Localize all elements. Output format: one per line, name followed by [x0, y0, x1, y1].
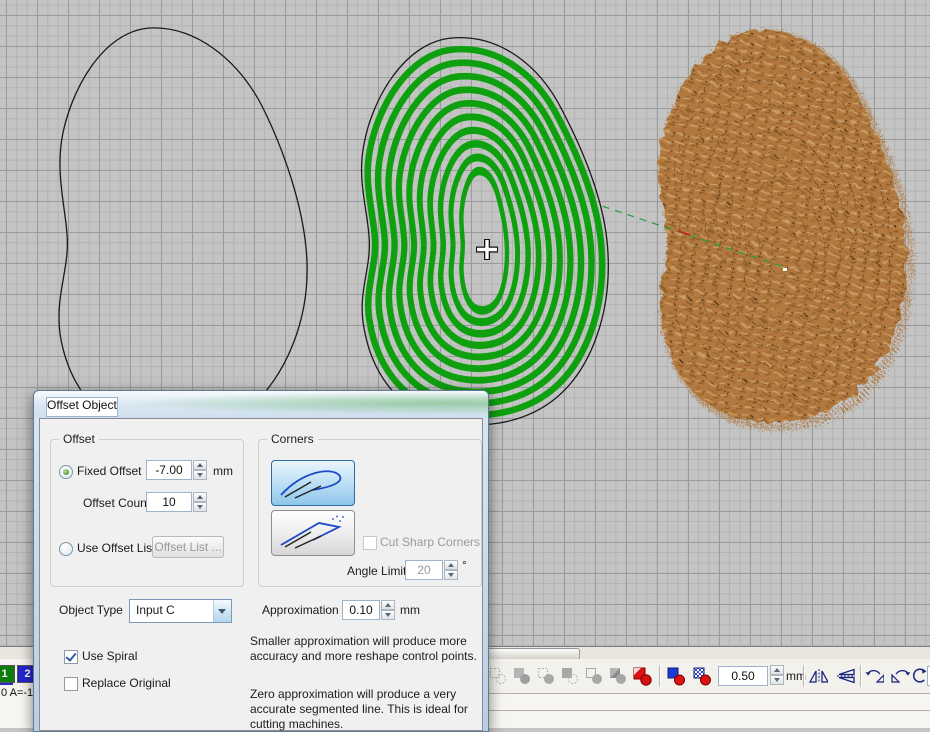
offset-list-button[interactable]: Offset List ...	[152, 536, 224, 558]
rotate-right-icon[interactable]	[890, 666, 910, 686]
fixed-offset-input[interactable]	[146, 460, 192, 480]
mirror-horizontal-icon[interactable]	[808, 666, 828, 686]
toolbar-separator	[860, 665, 862, 687]
fixed-offset-unit: mm	[213, 464, 233, 478]
offset-fill-icon[interactable]	[692, 666, 712, 686]
rotate-left-icon[interactable]	[864, 666, 884, 686]
stitch-length-spinner[interactable]	[770, 665, 784, 685]
combine-union-icon[interactable]	[512, 666, 532, 686]
toolbar-separator	[803, 665, 805, 687]
coordinate-readout: 0 A=-14	[1, 687, 33, 699]
offset-count-label: Offset Count	[83, 496, 150, 510]
angle-limit-unit: °	[462, 558, 467, 572]
stitch-length-input[interactable]	[718, 666, 768, 686]
color-swatch-1[interactable]: 1	[0, 665, 15, 683]
approximation-spinner[interactable]	[381, 600, 395, 620]
combine-dotted-icon[interactable]	[488, 666, 508, 686]
outline-shape[interactable]	[59, 28, 307, 438]
cut-sharp-corners-checkbox[interactable]	[363, 536, 377, 550]
fixed-offset-radio[interactable]	[59, 465, 73, 479]
zero-approximation-info-text: Zero approximation will produce a very a…	[250, 687, 484, 732]
combine-front-icon[interactable]	[584, 666, 604, 686]
angle-limit-input[interactable]	[405, 560, 443, 580]
use-spiral-label: Use Spiral	[82, 649, 137, 663]
dialog-body: Offset Fixed Offset mm Offset Count Use …	[39, 418, 483, 731]
offset-group-label: Offset	[59, 432, 99, 446]
use-offset-list-label: Use Offset List	[77, 541, 155, 555]
approximation-label: Approximation	[262, 603, 339, 617]
corners-group: Corners Cut Sharp Corners Angle Limit °	[258, 439, 482, 587]
crosshair-cursor	[476, 239, 498, 260]
object-type-label: Object Type	[59, 603, 123, 617]
approximation-input[interactable]	[342, 600, 380, 620]
object-type-dropdown[interactable]: Input C	[129, 599, 232, 623]
replace-original-checkbox[interactable]	[64, 677, 78, 691]
fixed-offset-label: Fixed Offset	[77, 464, 141, 478]
approximation-info-text: Smaller approximation will produce more …	[250, 634, 484, 664]
combine-back-icon[interactable]	[608, 666, 628, 686]
corners-group-label: Corners	[267, 432, 318, 446]
combine-subtract-icon[interactable]	[536, 666, 556, 686]
offset-object-dialog[interactable]: Offset Object Offset Fixed Offset mm Off…	[33, 390, 489, 732]
color-palette: 1 2 0 A=-14	[0, 659, 33, 726]
weld-red-icon[interactable]	[632, 666, 652, 686]
stitch-shape[interactable]	[660, 30, 907, 423]
sharp-corners-button[interactable]	[271, 510, 355, 556]
object-type-value: Input C	[136, 603, 175, 617]
replace-original-label: Replace Original	[82, 676, 171, 690]
toolbar-separator	[659, 665, 661, 687]
color-swatch-2[interactable]: 2	[17, 665, 33, 683]
spiral-shape[interactable]	[362, 38, 609, 425]
round-corners-button[interactable]	[271, 460, 355, 506]
use-spiral-checkbox[interactable]	[64, 650, 78, 664]
offset-count-input[interactable]	[146, 492, 192, 512]
combine-intersect-icon[interactable]	[560, 666, 580, 686]
offset-count-spinner[interactable]	[193, 492, 207, 512]
angle-limit-spinner[interactable]	[444, 560, 458, 580]
approximation-unit: mm	[400, 603, 420, 617]
sharp-corner-icon	[277, 515, 349, 551]
cut-sharp-corners-label: Cut Sharp Corners	[380, 535, 480, 549]
use-offset-list-radio[interactable]	[59, 542, 73, 556]
embroidery-app-window: { "dialog": { "title": "Offset Object", …	[0, 0, 930, 726]
dialog-title: Offset Object	[46, 397, 118, 417]
round-corner-icon	[277, 465, 349, 501]
fixed-offset-spinner[interactable]	[193, 460, 207, 480]
dialog-title-bar[interactable]: Offset Object	[34, 391, 488, 418]
angle-limit-label: Angle Limit	[347, 564, 406, 578]
selected-color-indicator	[0, 683, 13, 685]
offset-object-icon[interactable]	[666, 666, 686, 686]
chevron-down-icon[interactable]	[213, 600, 231, 622]
mirror-vertical-icon[interactable]	[835, 666, 855, 686]
offset-group: Offset Fixed Offset mm Offset Count Use …	[50, 439, 244, 587]
